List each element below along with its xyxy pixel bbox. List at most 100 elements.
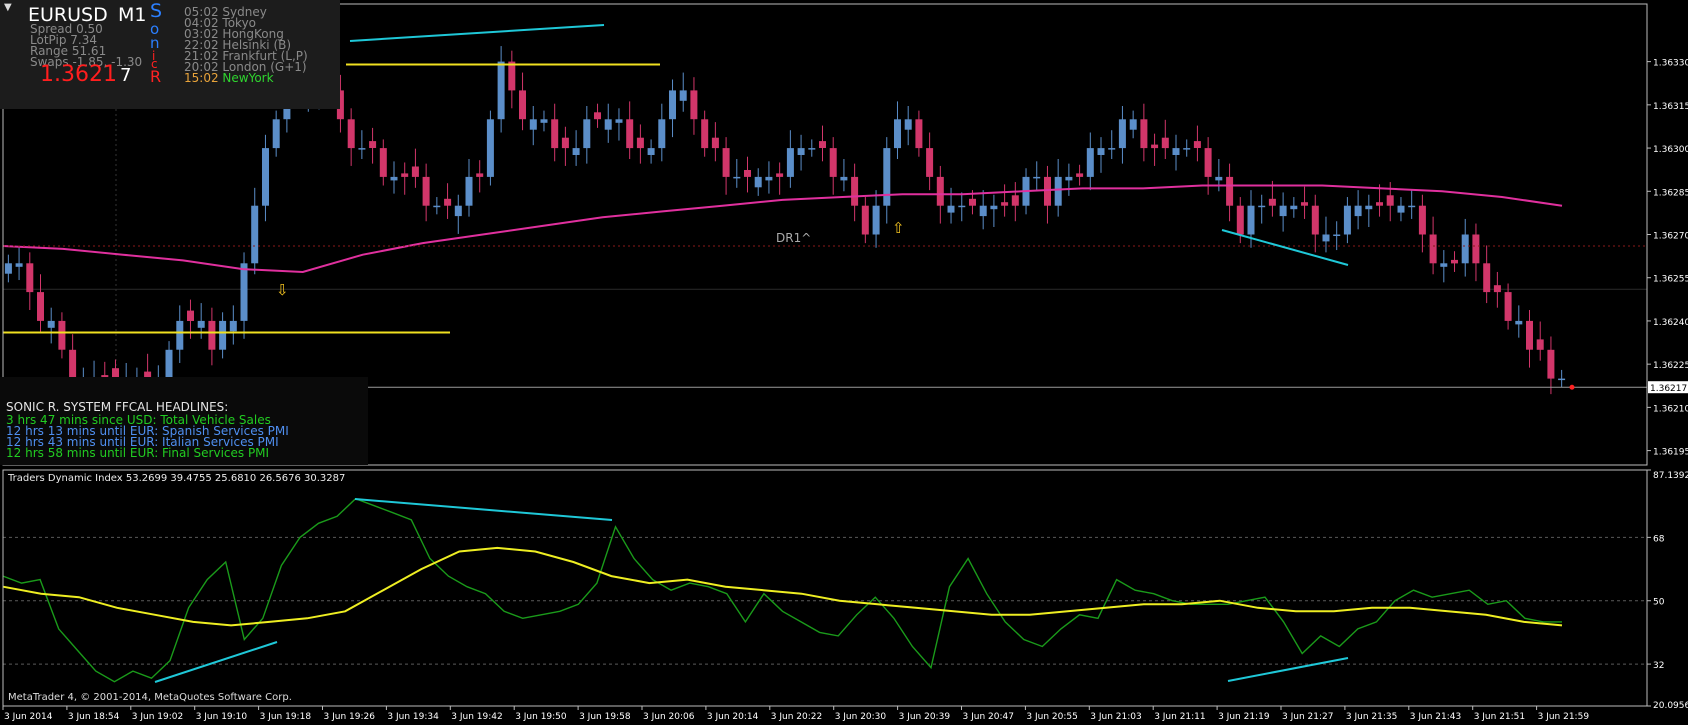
time-tick-label: 3 Jun 18:54: [68, 712, 120, 722]
candle-body: [1536, 339, 1544, 350]
candle-body: [658, 119, 666, 149]
price-tick-label: 1.36300: [1653, 145, 1688, 155]
candle-body: [776, 173, 784, 177]
candle-body: [1322, 234, 1330, 242]
candle-body: [251, 205, 259, 264]
time-tick-label: 3 Jun 19:10: [196, 712, 248, 722]
time-tick-label: 3 Jun 19:58: [579, 712, 631, 722]
candle-body: [679, 90, 687, 101]
time-tick-label: 3 Jun 20:14: [707, 712, 759, 722]
candle-body: [861, 205, 869, 235]
candle-body: [883, 148, 891, 206]
time-tick-label: 3 Jun 20:06: [643, 712, 695, 722]
candle-body: [347, 119, 355, 149]
time-tick-label: 3 Jun 19:50: [515, 712, 567, 722]
time-tick-label: 3 Jun 19:18: [260, 712, 312, 722]
price-tick-label: 1.36195: [1653, 448, 1688, 458]
candle-body: [1290, 205, 1298, 210]
candle-body: [1108, 148, 1116, 150]
candle-body: [1054, 176, 1062, 206]
candle-body: [1193, 141, 1201, 148]
candle-body: [69, 349, 77, 379]
candle-body: [1472, 234, 1480, 264]
candle-body: [615, 119, 623, 123]
headline-item: 12 hrs 58 mins until EUR: Final Services…: [6, 446, 270, 460]
candle-body: [1129, 119, 1137, 130]
candle-body: [1097, 148, 1105, 155]
candle-body: [176, 320, 184, 350]
timeframe-label: M1: [118, 4, 147, 26]
candle-body: [1354, 205, 1362, 217]
candle-body: [561, 137, 569, 149]
candle-body: [1151, 144, 1159, 149]
candle-body: [1076, 173, 1084, 177]
candle-body: [1376, 202, 1383, 206]
time-tick-label: 3 Jun 20:47: [963, 712, 1014, 722]
copyright-text: MetaTrader 4, © 2001-2014, MetaQuotes So…: [8, 692, 292, 703]
candle-body: [765, 176, 773, 181]
candle-body: [1483, 263, 1491, 293]
last-price-dot: [1569, 384, 1575, 390]
candle-body: [551, 119, 559, 149]
candle-body: [1279, 205, 1287, 217]
time-tick-label: 3 Jun 21:51: [1474, 712, 1525, 722]
time-tick-label: 3 Jun 19:42: [451, 712, 502, 722]
candle-body: [583, 119, 591, 149]
candle-body: [926, 148, 934, 177]
candle-body: [1204, 148, 1212, 177]
candle-body: [1333, 234, 1341, 236]
time-tick-label: 3 Jun 21:35: [1346, 712, 1397, 722]
candle-body: [1461, 234, 1469, 264]
candle-body: [969, 198, 976, 206]
candle-body: [840, 176, 848, 181]
candle-body: [497, 61, 505, 120]
candle-body: [401, 173, 409, 177]
candle-body: [1365, 205, 1373, 210]
panel-menu-icon[interactable]: ▼: [4, 2, 12, 13]
price-tick-label: 1.36255: [1653, 275, 1688, 285]
candle-body: [1118, 119, 1126, 149]
candle-body: [15, 263, 23, 267]
candle-body: [1440, 263, 1448, 267]
time-tick-label: 3 Jun 2014: [4, 712, 53, 722]
candle-body: [1451, 259, 1458, 264]
candle-body: [1526, 320, 1533, 350]
time-tick-label: 3 Jun 19:02: [132, 712, 183, 722]
candle-body: [165, 349, 173, 379]
candle-body: [1086, 148, 1094, 177]
candle-body: [711, 137, 719, 149]
session-row-active: 15:02 NewYork: [184, 71, 274, 85]
candle-body: [647, 148, 655, 155]
candle-body: [433, 205, 441, 208]
candle-body: [390, 176, 398, 181]
candle-body: [1418, 205, 1426, 235]
candle-body: [1011, 195, 1019, 206]
tdi-indicator-label: Traders Dynamic Index 53.2699 39.4755 25…: [8, 473, 346, 484]
candle-body: [1311, 205, 1319, 235]
ffcal-headlines-box: SONIC R. SYSTEM FFCAL HEADLINES: 3 hrs 4…: [0, 377, 368, 465]
candle-body: [486, 119, 494, 177]
candle-body: [272, 119, 280, 149]
candle-body: [1236, 205, 1244, 235]
candle-body: [26, 263, 34, 293]
time-tick-label: 3 Jun 20:30: [835, 712, 887, 722]
candle-body: [1033, 176, 1041, 179]
time-tick-label: 3 Jun 20:55: [1026, 712, 1077, 722]
candle-body: [1397, 205, 1405, 213]
candle-body: [1172, 148, 1180, 155]
candle-body: [422, 176, 430, 206]
price-tick-label: 1.36225: [1653, 361, 1688, 371]
candle-body: [1504, 292, 1512, 321]
candle-body: [958, 205, 966, 208]
candle-body: [508, 61, 516, 91]
candle-body: [572, 148, 580, 155]
candle-body: [990, 205, 998, 210]
candle-body: [1343, 205, 1351, 235]
candle-body: [519, 90, 526, 120]
candle-body: [626, 119, 634, 149]
candle-body: [722, 148, 730, 177]
candle-body: [1493, 285, 1501, 293]
candle-body: [208, 320, 216, 350]
candle-body: [411, 166, 419, 177]
candle-body: [1183, 148, 1191, 150]
